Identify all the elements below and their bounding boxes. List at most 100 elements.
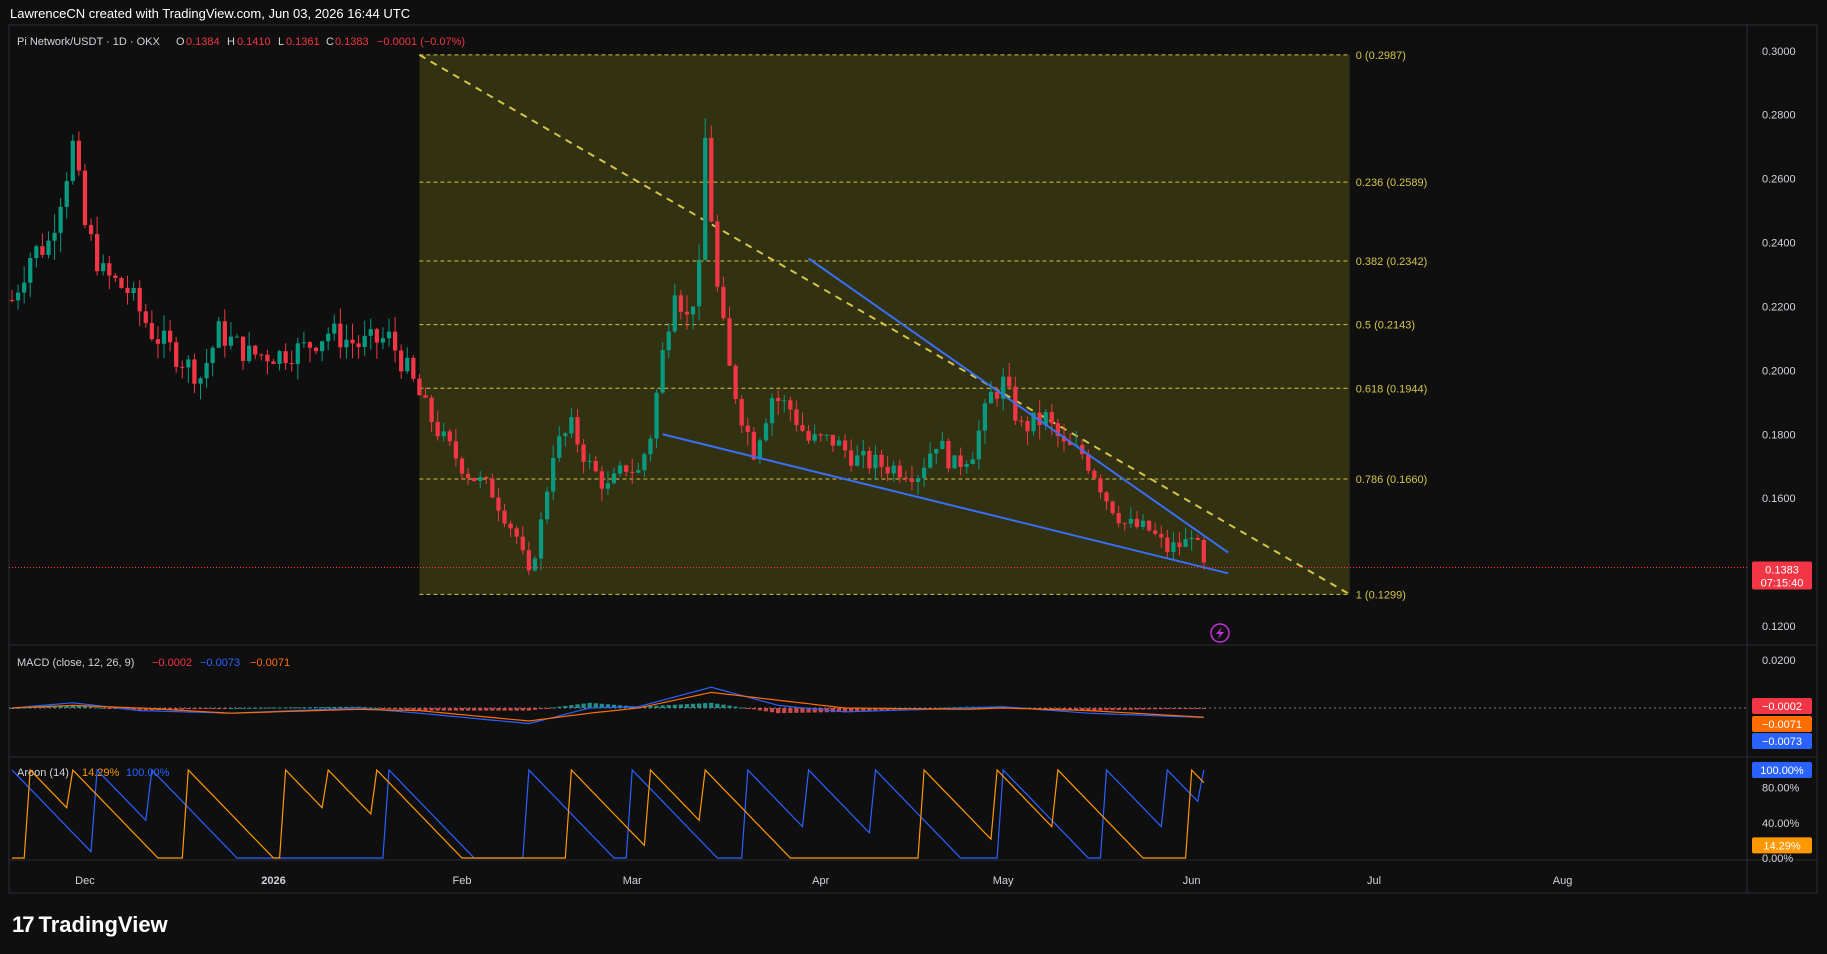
- candle-body: [569, 417, 574, 434]
- macd-histogram-bar: [703, 703, 708, 708]
- macd-histogram-bar: [429, 708, 434, 711]
- candle-body: [1134, 518, 1140, 527]
- macd-histogram-bar: [757, 708, 763, 711]
- candle-body: [1116, 513, 1121, 524]
- time-tick-label: Jul: [1367, 875, 1381, 887]
- symbol-title[interactable]: Pi Network/USDT · 1D · OKX: [17, 36, 160, 48]
- macd-histogram-bar: [95, 707, 100, 709]
- candle-body: [605, 483, 611, 489]
- candle-body: [909, 478, 915, 483]
- price-axis[interactable]: 0.3000 0.2800 0.2600 0.2400 0.2200 0.2000 0.18…: [1762, 46, 1796, 633]
- macd-histogram-bar: [502, 708, 507, 711]
- candle-body: [301, 342, 307, 344]
- chart-root: LawrenceCN created with TradingView.com,…: [0, 0, 1827, 954]
- candle-body: [259, 354, 264, 356]
- candle-body: [739, 399, 744, 426]
- aroon-value-down: 100.00%: [126, 767, 170, 779]
- macd-histogram-bar: [763, 708, 769, 712]
- macd-histogram-bar: [508, 708, 513, 711]
- trading-chart[interactable]: Pi Network/USDT · 1D · OKX O 0.1384 H 0.…: [0, 0, 1827, 954]
- candle-body: [228, 336, 234, 346]
- macd-histogram-bar: [192, 708, 197, 710]
- time-tick-label: Feb: [452, 875, 471, 887]
- aroon-up-line: [12, 768, 1205, 859]
- candle-body: [423, 395, 428, 398]
- open-value: 0.1384: [186, 36, 220, 48]
- candle-body: [836, 440, 842, 446]
- candle-body: [362, 335, 367, 348]
- tradingview-brand[interactable]: 17 TradingView: [12, 912, 168, 938]
- macd-histogram-bar: [751, 708, 756, 710]
- candle-body: [849, 450, 854, 466]
- macd-histogram-bar: [405, 708, 410, 710]
- candle-body: [1092, 470, 1097, 479]
- candle-body: [520, 536, 525, 551]
- candle-body: [806, 430, 811, 441]
- candle-body: [307, 342, 313, 348]
- macd-histogram-bar: [332, 706, 337, 708]
- macd-histogram-bar: [1134, 708, 1140, 710]
- macd-histogram-bar: [684, 704, 690, 708]
- open-label: O: [176, 36, 185, 48]
- candle-body: [247, 345, 252, 361]
- macd-histogram-bar: [1049, 708, 1054, 709]
- aroon-legend[interactable]: Aroon (14) 14.29% 100.00%: [17, 767, 170, 779]
- candle-body: [95, 234, 100, 272]
- candle-body: [861, 450, 866, 456]
- low-value: 0.1361: [286, 36, 320, 48]
- macd-value-hist: −0.0002: [152, 657, 192, 669]
- macd-title: MACD (close, 12, 26, 9): [17, 657, 134, 669]
- time-axis[interactable]: Dec 2026 Feb Mar Apr May Jun Jul Aug: [75, 875, 1572, 887]
- fib-level-label: 0.786 (0.1660): [1356, 474, 1428, 486]
- fib-retracement[interactable]: 0 (0.2987) 0.236 (0.2589) 0.382 (0.2342) 0.…: [418, 50, 1428, 601]
- candle-body: [982, 403, 988, 431]
- candle-body: [1128, 518, 1133, 524]
- candle-body: [928, 453, 933, 468]
- candle-body: [824, 434, 829, 436]
- macd-histogram-bar: [1110, 708, 1115, 711]
- macd-histogram-bar: [399, 708, 404, 710]
- macd-histogram-bar: [654, 705, 659, 708]
- candle-body: [332, 323, 337, 334]
- macd-histogram-bar: [490, 708, 495, 711]
- macd-histogram-bar: [727, 705, 732, 708]
- macd-histogram-bar: [289, 707, 294, 709]
- candle-body: [76, 140, 82, 171]
- candle-body: [599, 471, 604, 489]
- candle-body: [174, 342, 179, 367]
- lightning-icon[interactable]: [1210, 623, 1230, 643]
- fib-level-label: 1 (0.1299): [1356, 589, 1406, 601]
- price-tick-label: 0.2600: [1762, 174, 1796, 186]
- candle-body: [22, 282, 27, 293]
- macd-histogram-bar: [587, 702, 592, 708]
- candle-body: [155, 339, 161, 344]
- macd-histogram-bar: [253, 707, 258, 709]
- macd-histogram-bar: [392, 708, 398, 710]
- candle-body: [1195, 537, 1200, 540]
- macd-histogram-bar: [526, 708, 531, 711]
- macd-value-text: −0.0002: [1762, 701, 1802, 713]
- candle-body: [885, 466, 890, 474]
- candle-body: [830, 434, 836, 446]
- candle-body: [611, 473, 617, 484]
- candle-body: [313, 347, 319, 352]
- macd-legend[interactable]: MACD (close, 12, 26, 9) −0.0002 −0.0073 …: [17, 657, 290, 669]
- macd-histogram-bar: [307, 707, 313, 709]
- candle-body: [490, 478, 495, 498]
- macd-histogram-bar: [1177, 708, 1182, 709]
- macd-histogram-bar: [472, 708, 477, 711]
- candle-body: [40, 246, 45, 255]
- high-label: H: [227, 36, 235, 48]
- fib-level-label: 0.382 (0.2342): [1356, 256, 1428, 268]
- candle-body: [253, 345, 258, 355]
- macd-histogram-bar: [1189, 708, 1194, 709]
- price-tick-label: 0.2400: [1762, 238, 1796, 250]
- candle-body: [842, 440, 848, 451]
- macd-histogram-bar: [484, 708, 489, 711]
- candle-body: [319, 341, 325, 352]
- candle-body: [660, 350, 665, 393]
- candle-body: [374, 329, 379, 343]
- macd-histogram-bar: [739, 707, 744, 709]
- candle-body: [812, 434, 817, 441]
- candle-body: [417, 378, 422, 396]
